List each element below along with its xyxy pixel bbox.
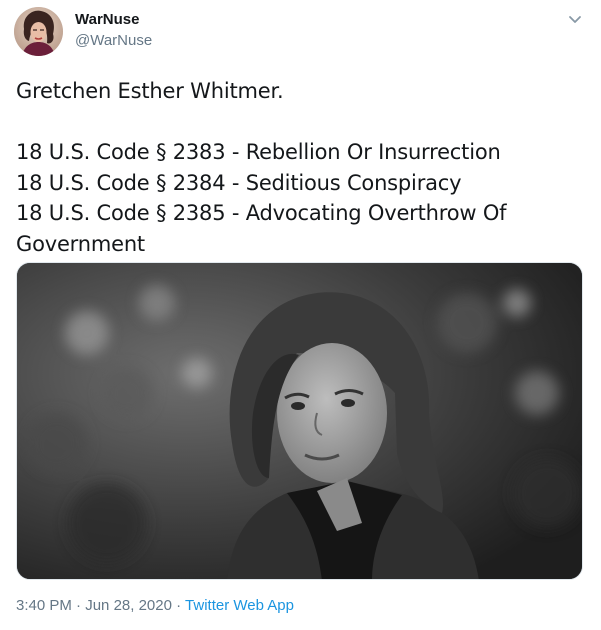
avatar-image: [14, 7, 63, 56]
tweet-line: Gretchen Esther Whitmer.: [16, 79, 284, 103]
meta-separator: ·: [76, 597, 82, 614]
meta-separator: ·: [176, 597, 182, 614]
tweet-meta: 3:40 PM · Jun 28, 2020 · Twitter Web App: [16, 597, 294, 614]
tweet-card: WarNuse @WarNuse Gretchen Esther Whitmer…: [0, 0, 601, 630]
tweet-source-link[interactable]: Twitter Web App: [185, 597, 294, 614]
avatar[interactable]: [14, 7, 63, 56]
author-handle[interactable]: @WarNuse: [75, 32, 152, 49]
tweet-line: 18 U.S. Code § 2385 - Advocating Overthr…: [16, 201, 507, 225]
chevron-down-icon[interactable]: [566, 10, 584, 28]
author-name[interactable]: WarNuse: [75, 11, 139, 28]
tweet-line: Government: [16, 231, 145, 256]
tweet-date[interactable]: Jun 28, 2020: [85, 597, 172, 614]
tweet-time[interactable]: 3:40 PM: [16, 597, 72, 614]
tweet-line: 18 U.S. Code § 2383 - Rebellion Or Insur…: [16, 140, 501, 164]
tweet-photo[interactable]: [16, 262, 583, 580]
tweet-line: 18 U.S. Code § 2384 - Seditious Conspira…: [16, 170, 462, 195]
portrait-photo: [17, 263, 582, 579]
tweet-text: Gretchen Esther Whitmer. 18 U.S. Code § …: [16, 76, 586, 259]
